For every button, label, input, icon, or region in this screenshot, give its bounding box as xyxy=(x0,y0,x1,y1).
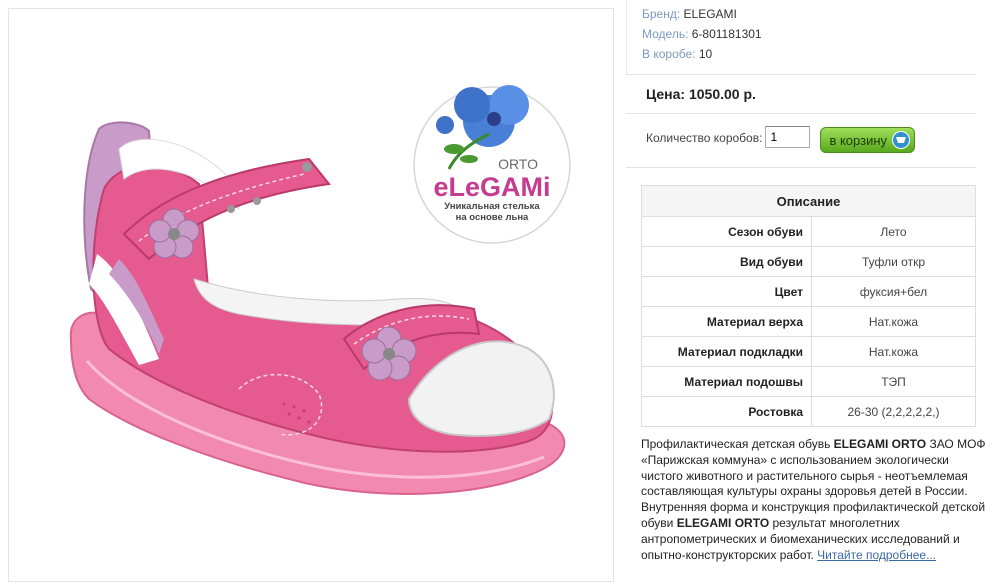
box-count-label: В коробе: xyxy=(642,47,696,61)
logo-brand-text: eLeGAMi xyxy=(433,172,550,202)
desc-text-1: Профилактическая детская обувь xyxy=(641,437,834,451)
attr-key: Ростовка xyxy=(641,396,812,427)
add-to-cart-button[interactable]: в корзину xyxy=(820,127,916,153)
attr-value: Лето xyxy=(811,216,976,247)
table-row: Вид обуви Туфли откр xyxy=(641,246,976,277)
table-row: Материал подкладки Нат.кожа xyxy=(641,336,976,367)
price: Цена: 1050.00 р. xyxy=(646,86,756,102)
attr-key: Материал подкладки xyxy=(641,336,812,367)
description-table: Описание Сезон обуви Лето Вид обуви Туфли … xyxy=(641,185,976,427)
read-more-link[interactable]: Читайте подробнее... xyxy=(817,548,936,562)
table-row: Ростовка 26-30 (2,2,2,2,2,) xyxy=(641,396,976,427)
elegami-logo: ORTO eLeGAMi Уникальная стелька на основ… xyxy=(413,85,571,244)
box-count-row: В коробе: 10 xyxy=(642,44,976,64)
attr-key: Вид обуви xyxy=(641,246,812,277)
brand-value: ELEGAMI xyxy=(683,7,737,21)
divider xyxy=(626,167,976,168)
brand-row: Бренд: ELEGAMI xyxy=(642,4,976,24)
attr-value: фуксия+бел xyxy=(811,276,976,307)
table-row: Цвет фуксия+бел xyxy=(641,276,976,307)
model-label: Модель: xyxy=(642,27,689,41)
logo-tagline-2: на основе льна xyxy=(456,212,529,223)
description-header: Описание xyxy=(641,185,976,217)
table-row: Сезон обуви Лето xyxy=(641,216,976,247)
logo-tagline-1: Уникальная стелька xyxy=(444,201,540,212)
desc-brand-1: ELEGAMI ORTO xyxy=(833,437,927,451)
box-count-value: 10 xyxy=(698,47,713,61)
attr-key: Сезон обуви xyxy=(641,216,812,247)
attr-key: Материал подошвы xyxy=(641,366,812,397)
model-row: Модель: 6-801181301 xyxy=(642,24,976,44)
quantity-label: Количество коробов: xyxy=(646,131,763,145)
attr-key: Материал верха xyxy=(641,306,812,337)
logo-orto-text: ORTO xyxy=(498,156,538,172)
attr-value: Нат.кожа xyxy=(811,306,976,337)
product-meta: Бренд: ELEGAMI Модель: 6-801181301 В кор… xyxy=(626,0,976,74)
product-image-panel[interactable]: ORTO eLeGAMi Уникальная стелька на основ… xyxy=(8,8,614,582)
quantity-input[interactable] xyxy=(765,126,811,148)
product-info-panel: Бренд: ELEGAMI Модель: 6-801181301 В кор… xyxy=(626,0,986,562)
attr-value: Нат.кожа xyxy=(811,336,976,367)
model-value: 6-801181301 xyxy=(691,27,762,41)
order-row: Количество коробов: в корзину xyxy=(626,114,976,167)
product-image: ORTO eLeGAMi Уникальная стелька на основ… xyxy=(69,85,571,495)
desc-brand-2: ELEGAMI ORTO xyxy=(676,515,770,530)
attr-value: ТЭП xyxy=(811,366,976,397)
attr-value: 26-30 (2,2,2,2,2,) xyxy=(811,396,976,427)
table-row: Материал верха Нат.кожа xyxy=(641,306,976,337)
table-row: Материал подошвы ТЭП xyxy=(641,366,976,397)
cart-icon xyxy=(892,131,911,149)
attr-key: Цвет xyxy=(641,276,812,307)
attr-value: Туфли откр xyxy=(811,246,976,277)
add-to-cart-label: в корзину xyxy=(829,132,888,148)
description-text: Профилактическая детская обувь ELEGAMI O… xyxy=(641,437,986,563)
brand-label: Бренд: xyxy=(642,7,681,21)
